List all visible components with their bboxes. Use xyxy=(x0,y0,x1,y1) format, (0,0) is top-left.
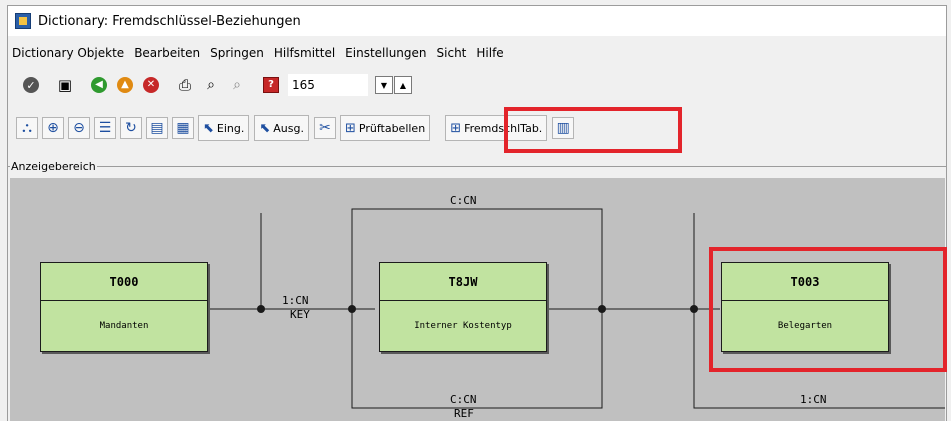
table-node-t8jw[interactable]: T8JW Interner Kostentyp xyxy=(379,262,547,352)
print-button[interactable]: ⎙ xyxy=(174,74,196,96)
menu-springen[interactable]: Springen xyxy=(210,46,264,60)
cancel-button[interactable]: ✕ xyxy=(140,74,162,96)
menu-sicht[interactable]: Sicht xyxy=(437,46,467,60)
details-icon: ▤ xyxy=(150,120,164,136)
title-bar: Dictionary: Fremdschlüssel-Beziehungen xyxy=(8,6,946,36)
dictionary-app-icon xyxy=(15,13,31,29)
cut-button[interactable]: ✂ xyxy=(314,117,336,139)
exit-icon: ▲ xyxy=(117,77,133,93)
cursor-icon: ⬉ xyxy=(203,120,214,136)
details-button[interactable]: ▤ xyxy=(146,117,168,139)
field-type-label-bottom: REF xyxy=(454,407,474,420)
group-label: Anzeigebereich xyxy=(10,160,97,173)
pruef-label: Prüftabellen xyxy=(358,121,426,135)
zoom-out-button[interactable]: ⊖ xyxy=(68,117,90,139)
help-icon: ? xyxy=(263,77,279,93)
toolbar-highlight-box xyxy=(504,107,682,153)
scissors-icon: ✂ xyxy=(319,120,331,136)
chevron-up-icon: ▲ xyxy=(399,80,407,90)
save-icon: ▣ xyxy=(57,75,73,94)
standard-toolbar: ✓ ▣ ◀ ▲ ✕ ⎙ ⌕ ⌕ ? ▼ ▲ xyxy=(8,68,412,102)
find-button[interactable]: ⌕ xyxy=(200,74,222,96)
cardinality-label-bottom: C:CN xyxy=(450,393,477,406)
find-next-icon: ⌕ xyxy=(233,77,241,93)
find-next-button[interactable]: ⌕ xyxy=(226,74,248,96)
layout-button[interactable]: ☰ xyxy=(94,117,116,139)
back-button[interactable]: ◀ xyxy=(88,74,110,96)
eing-label: Eing. xyxy=(216,121,245,135)
menu-bearbeiten[interactable]: Bearbeiten xyxy=(134,46,200,60)
cardinality-label: 1:CN xyxy=(282,294,309,307)
node-highlight-box xyxy=(709,247,947,372)
window-title: Dictionary: Fremdschlüssel-Beziehungen xyxy=(38,13,301,29)
table-node-t000[interactable]: T000 Mandanten xyxy=(40,262,208,352)
enter-button[interactable]: ✓ xyxy=(20,74,42,96)
menu-bar: Dictionary Objekte Bearbeiten Springen H… xyxy=(8,43,514,63)
cursor-icon: ⬉ xyxy=(259,120,271,136)
list-button[interactable]: ▦ xyxy=(172,117,194,139)
ausg-button[interactable]: ⬉ Ausg. xyxy=(254,115,309,141)
page-down-button[interactable]: ▼ xyxy=(375,76,393,94)
table-name: T8JW xyxy=(380,263,546,301)
table-relation-icon: ⊞ xyxy=(450,120,462,136)
group-divider xyxy=(8,166,946,167)
cancel-icon: ✕ xyxy=(143,77,159,93)
overview-button[interactable]: ⛬ xyxy=(16,117,38,139)
zoom-out-icon: ⊖ xyxy=(73,120,85,136)
cardinality-label-top: C:CN xyxy=(450,194,477,207)
pruef-button[interactable]: ⊞ Prüftabellen xyxy=(340,115,431,141)
print-icon: ⎙ xyxy=(178,75,191,94)
back-icon: ◀ xyxy=(91,77,107,93)
list-icon: ▦ xyxy=(176,120,190,136)
menu-hilfe[interactable]: Hilfe xyxy=(476,46,503,60)
ausg-label: Ausg. xyxy=(273,121,304,135)
help-button[interactable]: ? xyxy=(260,74,282,96)
save-button[interactable]: ▣ xyxy=(54,74,76,96)
menu-dictionary-objekte[interactable]: Dictionary Objekte xyxy=(12,46,124,60)
exit-button[interactable]: ▲ xyxy=(114,74,136,96)
find-icon: ⌕ xyxy=(207,77,215,93)
table-name: T000 xyxy=(41,263,207,301)
layout-icon: ☰ xyxy=(98,120,112,136)
cardinality-label-right: 1:CN xyxy=(800,393,827,406)
application-toolbar: ⛬ ⊕ ⊖ ☰ ↻ ▤ ▦ ⬉ Eing. ⬉ Ausg. ✂ ⊞ Prüftabel… xyxy=(8,111,578,145)
page-number-field[interactable] xyxy=(288,74,368,96)
eing-button[interactable]: ⬉ Eing. xyxy=(198,115,250,141)
checkmark-icon: ✓ xyxy=(23,77,39,93)
page-up-button[interactable]: ▲ xyxy=(394,76,412,94)
menu-einstellungen[interactable]: Einstellungen xyxy=(345,46,426,60)
table-description: Interner Kostentyp xyxy=(414,321,512,331)
hierarchy-icon: ⛬ xyxy=(22,120,32,136)
field-type-label: KEY xyxy=(290,308,310,321)
zoom-in-icon: ⊕ xyxy=(47,120,59,136)
refresh-button[interactable]: ↻ xyxy=(120,117,142,139)
table-description: Mandanten xyxy=(99,321,149,331)
refresh-icon: ↻ xyxy=(125,120,137,136)
menu-hilfsmittel[interactable]: Hilfsmittel xyxy=(274,46,335,60)
zoom-in-button[interactable]: ⊕ xyxy=(42,117,64,139)
table-relation-icon: ⊞ xyxy=(345,120,356,136)
chevron-down-icon: ▼ xyxy=(380,80,388,90)
